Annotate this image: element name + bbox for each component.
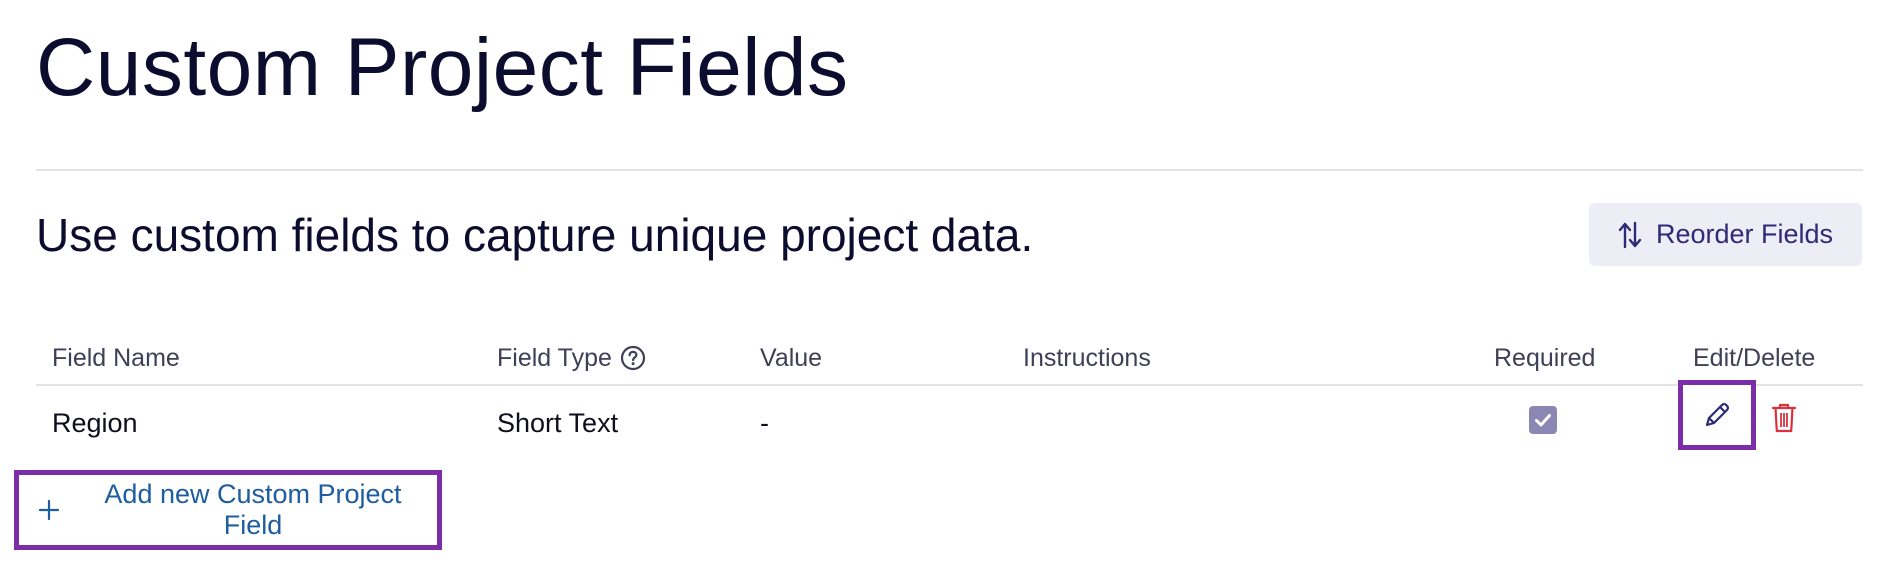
trash-icon bbox=[1771, 403, 1797, 433]
column-header-edit-delete: Edit/Delete bbox=[1693, 342, 1815, 374]
edit-field-button[interactable] bbox=[1678, 380, 1756, 450]
column-header-value: Value bbox=[760, 342, 822, 374]
column-header-required-label: Required bbox=[1494, 344, 1596, 372]
page-subtitle: Use custom fields to capture unique proj… bbox=[36, 209, 1034, 261]
reorder-fields-label: Reorder Fields bbox=[1655, 219, 1834, 249]
cell-value: - bbox=[760, 408, 769, 438]
column-header-instructions: Instructions bbox=[1023, 342, 1151, 374]
cell-field-type: Short Text bbox=[497, 408, 619, 438]
column-header-edit-delete-label: Edit/Delete bbox=[1693, 344, 1816, 372]
column-header-value-label: Value bbox=[760, 344, 823, 372]
checkmark-icon bbox=[1535, 414, 1551, 427]
page-title: Custom Project Fields bbox=[36, 22, 849, 113]
sort-arrows-icon bbox=[1618, 220, 1642, 250]
custom-fields-table: Field Name Field Type Value Instructions… bbox=[36, 334, 1863, 460]
plus-icon bbox=[37, 498, 61, 522]
help-circle-icon[interactable] bbox=[620, 345, 646, 371]
header-divider bbox=[36, 169, 1863, 171]
column-header-field-type-label: Field Type bbox=[497, 344, 612, 372]
cell-field-name: Region bbox=[52, 408, 138, 438]
add-custom-field-button[interactable]: Add new Custom Project Field bbox=[14, 470, 442, 550]
column-header-field-name-label: Field Name bbox=[52, 344, 180, 372]
required-checkbox[interactable] bbox=[1529, 406, 1557, 434]
column-header-field-type: Field Type bbox=[497, 342, 646, 374]
reorder-fields-button[interactable]: Reorder Fields bbox=[1589, 203, 1862, 266]
add-custom-field-label: Add new Custom Project Field bbox=[104, 479, 402, 540]
column-header-field-name: Field Name bbox=[52, 342, 180, 374]
table-row: Region Short Text - bbox=[36, 380, 1863, 460]
table-header: Field Name Field Type Value Instructions… bbox=[36, 334, 1863, 386]
column-header-required: Required bbox=[1494, 342, 1595, 374]
column-header-instructions-label: Instructions bbox=[1023, 344, 1151, 372]
delete-field-button[interactable] bbox=[1771, 402, 1797, 434]
pencil-icon bbox=[1705, 403, 1729, 427]
